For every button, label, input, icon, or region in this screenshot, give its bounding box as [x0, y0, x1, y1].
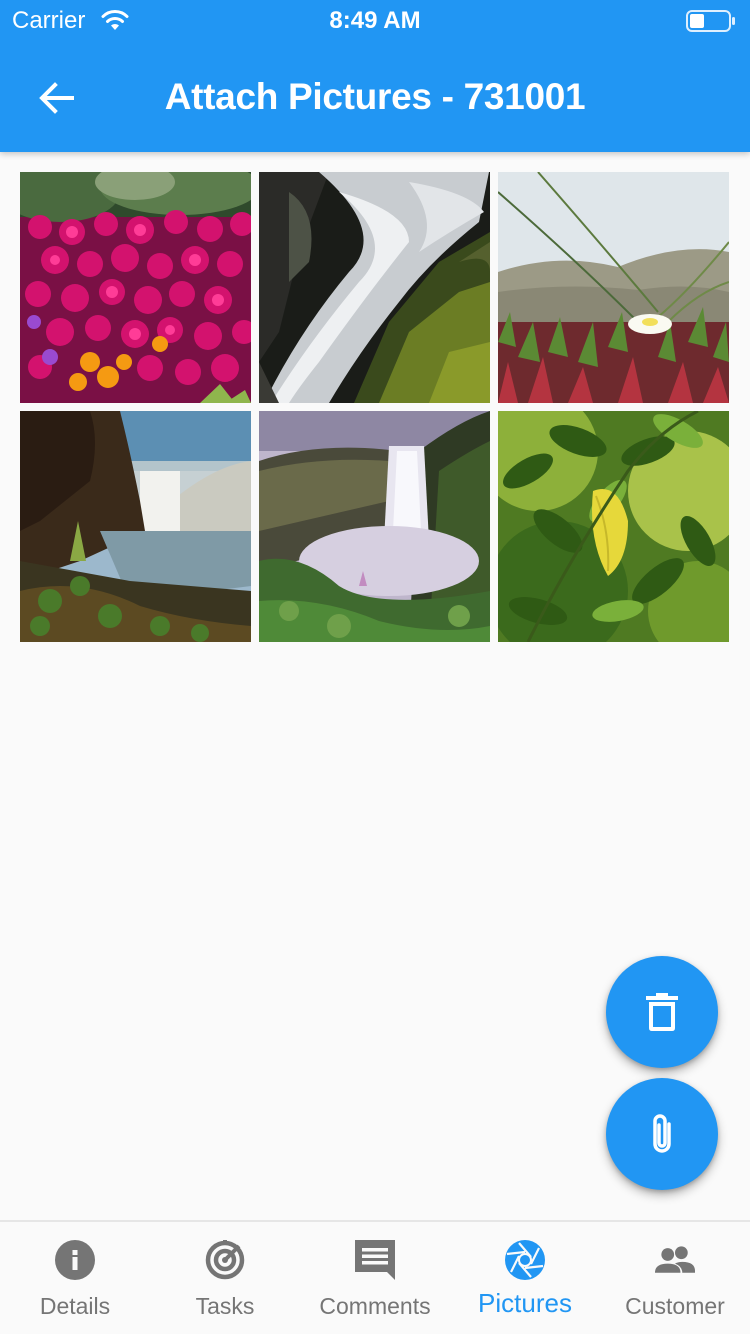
photo-thumbnail[interactable]: [498, 172, 729, 403]
nav-label-comments: Comments: [319, 1293, 431, 1319]
nav-item-comments[interactable]: Comments: [300, 1222, 450, 1334]
photo-thumbnail[interactable]: [20, 172, 251, 403]
paperclip-icon: [653, 1114, 671, 1153]
yellow-leaf-image: [498, 411, 729, 642]
nav-item-details[interactable]: Details: [0, 1222, 150, 1334]
photo-thumbnail[interactable]: [259, 172, 490, 403]
people-icon: [655, 1246, 695, 1273]
camera-shutter-icon: [505, 1240, 545, 1280]
battery-icon: [686, 10, 735, 32]
info-icon: [55, 1240, 95, 1280]
app-bar: Carrier 8:49 AM Attach Pictures - 731001: [0, 0, 750, 152]
attach-button[interactable]: [606, 1078, 718, 1190]
nav-item-pictures[interactable]: Pictures: [450, 1222, 600, 1334]
trash-icon: [646, 993, 678, 1031]
nav-label-customer: Customer: [625, 1293, 725, 1319]
nav-item-customer[interactable]: Customer: [600, 1222, 750, 1334]
picture-grid: [20, 172, 729, 642]
cliff-waterfall-image: [20, 411, 251, 642]
valley-waterfall-image: [259, 411, 490, 642]
status-time: 8:49 AM: [329, 7, 421, 34]
pink-flowers-image: [20, 172, 251, 403]
nav-item-tasks[interactable]: Tasks: [150, 1222, 300, 1334]
radar-icon: [205, 1240, 245, 1280]
photo-thumbnail[interactable]: [20, 411, 251, 642]
comment-icon: [355, 1240, 395, 1280]
white-flower-image: [498, 172, 729, 403]
nav-label-tasks: Tasks: [195, 1293, 255, 1319]
page-title: Attach Pictures - 731001: [164, 76, 586, 117]
nav-label-details: Details: [39, 1293, 111, 1319]
screen: Carrier 8:49 AM Attach Pictures - 731001: [0, 0, 750, 1334]
nav-label-pictures: Pictures: [478, 1288, 572, 1318]
photo-thumbnail[interactable]: [498, 411, 729, 642]
photo-thumbnail[interactable]: [259, 411, 490, 642]
waterfall-rocks-image: [259, 172, 490, 403]
bottom-navigation: Details Tasks Comments Pictures Customer: [0, 1220, 750, 1334]
delete-button[interactable]: [606, 956, 718, 1068]
